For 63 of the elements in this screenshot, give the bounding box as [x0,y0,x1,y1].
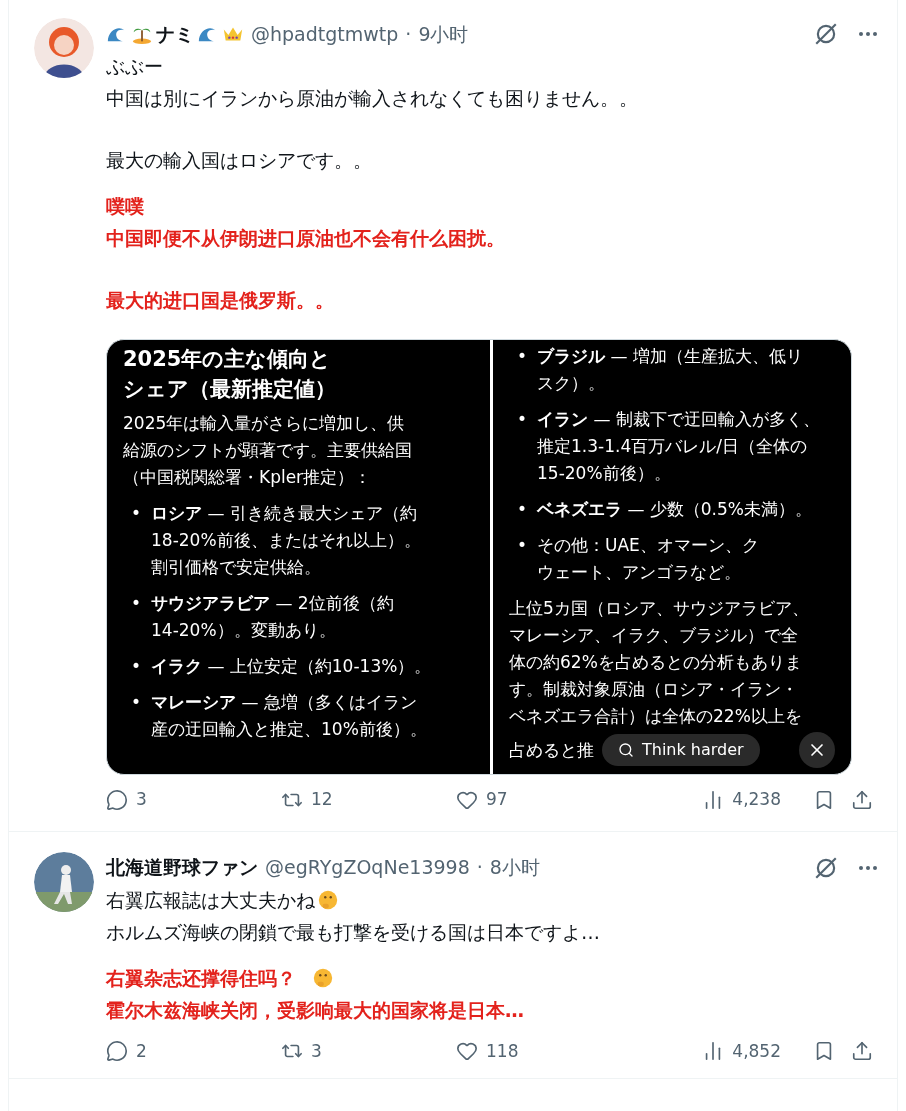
translation-text: 噗噗 [106,195,144,217]
repost-button[interactable]: 12 [281,787,456,813]
separator-dot: · [476,855,483,881]
translation-text: 中国即便不从伊朗进口原油也不会有什么困扰。 [106,227,505,249]
post-time[interactable]: 9小时 [418,19,469,49]
speech-bubble-icon [106,788,128,811]
screenshot-paragraph: 上位5カ国（ロシア、サウジアラビア、 マレーシア、イラク、ブラジル）で全 体の約62%を占めるとの分析もありま す。制裁対象原油（ロシア・イラン・ ベネズエラ合計）は全体の22%以上を [509,597,810,728]
tweet-text: 中国は別にイランから原油が輸入されなくても困りません。。 [106,87,638,109]
author-name[interactable]: ナミ [156,19,194,49]
bullet-text: ブラジル — 増加（生産拡大、低リ スク）。 [537,345,803,395]
attached-screenshot[interactable] [106,339,852,775]
share-button[interactable] [851,788,873,811]
bullet: • [516,345,529,368]
speech-bubble-icon [106,1040,128,1063]
reply-button[interactable]: 3 [106,787,281,813]
bullet: • [130,655,143,678]
screenshot-heading: 2025年の主な傾向と シェア（最新推定値） [123,346,337,403]
like-button[interactable]: 97 [456,787,631,813]
screenshot-paragraph: 占めると推 [509,738,594,762]
bullet-text: ロシア — 引き続き最大シェア（約 18-20%前後、またはそれ以上）。 割引価格で安定供給。 [151,502,421,579]
author-name[interactable]: 北海道野球ファン [106,853,258,882]
screenshot-paragraph: 2025年は輸入量がさらに増加し、供 給源のシフトが顕著です。主要供給国 （中国税関総署・Kpler推定）： [123,412,413,489]
tweet-text: 右翼広報誌は大丈夫かね [106,888,315,911]
bullet: • [130,691,143,714]
bullet-text: その他：UAE、オマーン、ク ウェート、アンゴラなど。 [537,534,759,584]
tweet-text: 最大の輸入国はロシアです。。 [106,149,372,171]
more-icon [859,865,877,870]
share-button[interactable] [851,1040,873,1063]
like-button[interactable]: 118 [456,1038,631,1064]
tweet-text: ぶぶー [106,55,163,77]
think-harder-button[interactable]: Think harder [602,734,760,766]
more-icon [859,32,877,36]
bullet: • [516,534,529,557]
translation-text: 最大的进口国是俄罗斯。。 [106,289,334,311]
views-button[interactable]: 4,852 [702,1038,781,1064]
author-handle[interactable]: @egRYgZOqNe13998 [265,853,470,882]
reply-button[interactable]: 2 [106,1038,281,1064]
tweet-text: ホルムズ海峡の閉鎖で最も打撃を受ける国は日本ですよ… [106,920,600,943]
more-button[interactable] [859,865,877,870]
post-time[interactable]: 8小时 [489,853,540,882]
views-button[interactable]: 4,238 [702,787,781,813]
bullet-text: マレーシア — 急増（多くはイラン 産の迂回輸入と推定、10%前後）。 [151,691,427,741]
bullet: • [516,498,529,521]
close-button[interactable] [799,732,835,768]
bullet: • [130,502,143,525]
search-icon [618,742,634,758]
bullet: • [130,592,143,615]
translation-text: 霍尔木兹海峡关闭，受影响最大的国家将是日本… [106,998,524,1021]
separator-dot: · [405,21,412,47]
translation-text: 右翼杂志还撑得住吗？ [106,966,296,989]
bullet-text: イラン — 制裁下で迂回輸入が多く、 推定1.3-1.4百万バレル/日（全体の 15-20%前後）。 [537,408,820,485]
heart-icon [456,1040,478,1063]
repost-button[interactable]: 3 [281,1038,456,1064]
avatar[interactable] [34,851,94,912]
slashed-circle-icon[interactable] [813,21,839,47]
bullet: • [516,408,529,431]
avatar[interactable] [34,18,94,78]
more-button[interactable] [859,32,877,36]
author-handle[interactable]: @hpadtgtmwtp [251,19,399,49]
tweet[interactable]: 北海道野球ファン @egRYgZOqNe13998 · 8小时 右翼広報誌は大丈夫かね ホルムズ海峡の閉鎖で最も打撃を受ける国は日本ですよ… 右翼杂志还撑得住吗？ 霍尔木兹海峡关闭，受影响最大的国家将是日本… 2 3 118 4,852 [9,831,897,1079]
bullet-text: イラク — 上位安定（約10-13%）。 [151,655,432,678]
bullet-text: ベネズエラ — 少数（0.5%未満）。 [537,498,812,521]
bullet-text: サウジアラビア — 2位前後（約 14-20%）。変動あり。 [151,592,394,642]
